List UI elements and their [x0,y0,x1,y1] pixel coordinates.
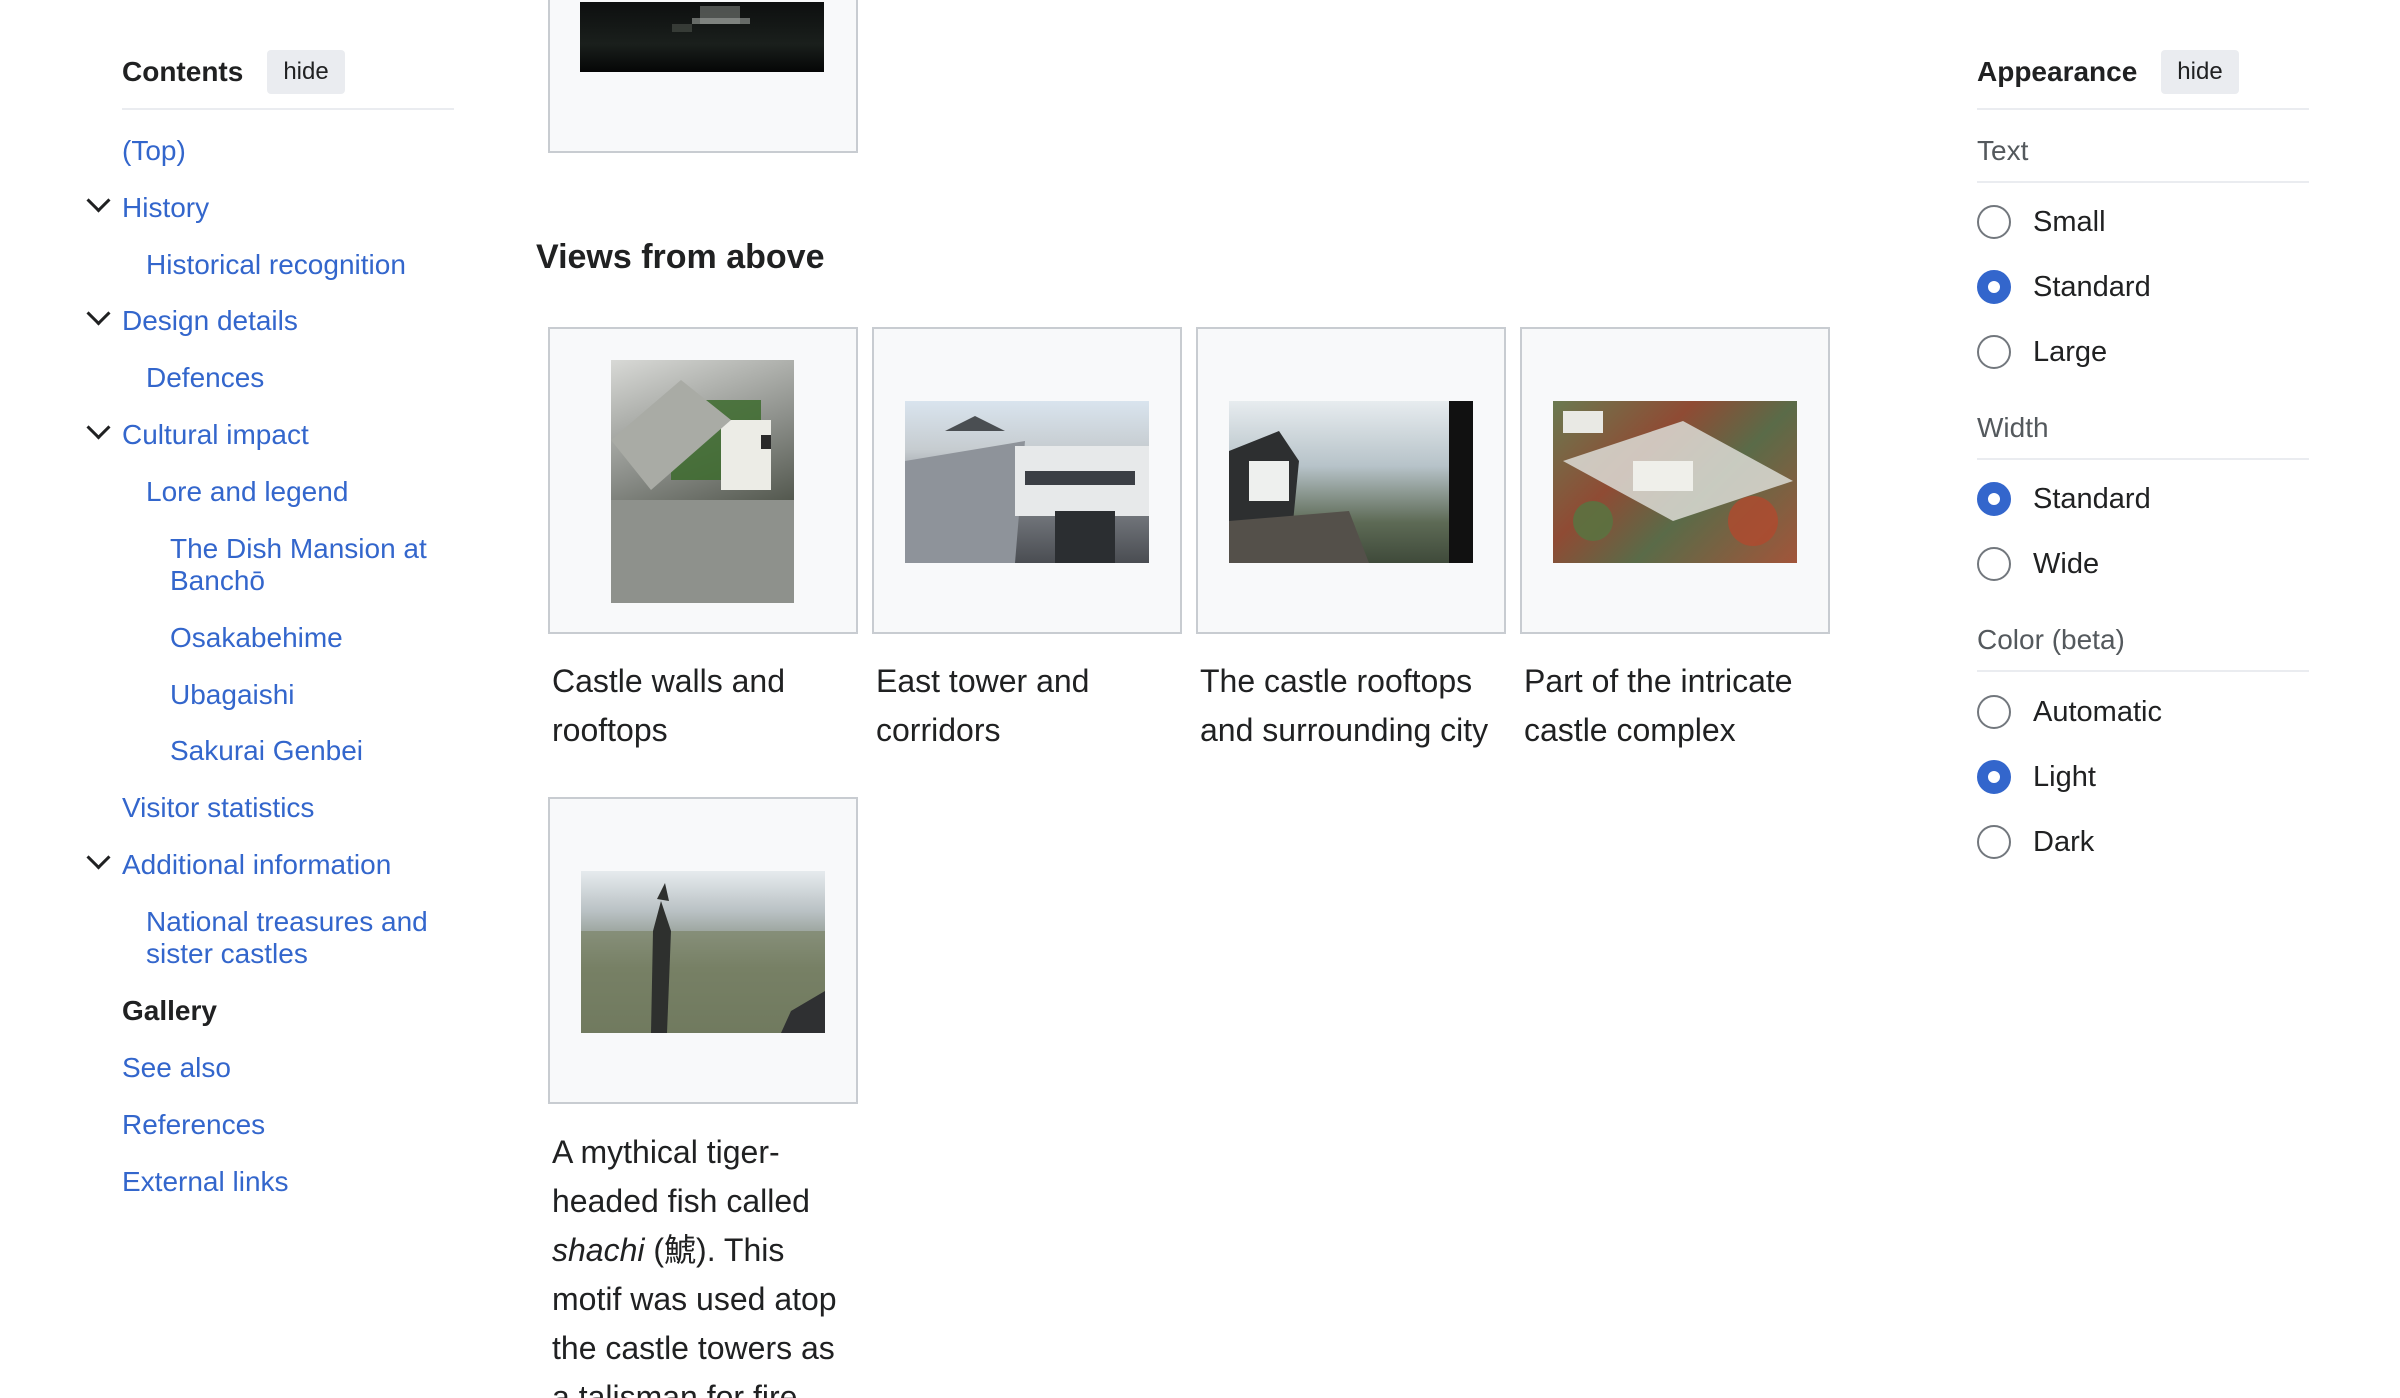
toc-item-dish-mansion[interactable]: The Dish Mansion at Banchō [170,533,450,597]
shachi-image[interactable] [581,871,825,1033]
radio-label: Standard [2033,482,2151,515]
radio-circle-checked[interactable] [1977,760,2011,794]
radio-label: Standard [2033,270,2151,303]
radio-label: Small [2033,205,2106,238]
radio-text-large[interactable]: Large [1977,335,2107,369]
appearance-hide-button[interactable]: hide [2161,50,2239,94]
toc-item-gallery[interactable]: Gallery [122,995,217,1027]
toc-item-history[interactable]: History [122,192,209,224]
night-castle-image[interactable] [580,2,824,72]
radio-circle-checked[interactable] [1977,270,2011,304]
gallery-caption: Castle walls and rooftops [552,663,785,748]
toc-item-top[interactable]: (Top) [122,135,186,167]
radio-text-small[interactable]: Small [1977,205,2106,239]
toc-item-historical-recognition[interactable]: Historical recognition [146,249,406,281]
toc-hide-button[interactable]: hide [267,50,345,94]
section-heading-views-from-above: Views from above [536,238,825,276]
castle-complex-drawing [1563,411,1793,546]
radio-width-standard[interactable]: Standard [1977,482,2151,516]
radio-circle[interactable] [1977,205,2011,239]
castle-complex-image[interactable] [1553,401,1797,563]
toc-item-additional-information[interactable]: Additional information [122,849,391,881]
radio-label: Light [2033,760,2096,793]
toc-item-sakurai-genbei[interactable]: Sakurai Genbei [170,735,363,767]
radio-color-dark[interactable]: Dark [1977,825,2094,859]
radio-text-standard[interactable]: Standard [1977,270,2151,304]
toc-toggle-design-chevron-down-icon[interactable] [86,301,111,326]
toc-title: Contents [122,56,244,87]
text-size-label: Text [1977,135,2309,183]
east-tower-image[interactable] [905,401,1149,563]
castle-rooftops-image[interactable] [1229,401,1473,563]
toc-item-national-treasures[interactable]: National treasures and sister castles [146,906,446,970]
page: Contents hide (Top) History Historical r… [0,0,2400,1398]
radio-width-wide[interactable]: Wide [1977,547,2099,581]
radio-circle[interactable] [1977,825,2011,859]
east-tower-drawing [905,416,1149,563]
radio-circle[interactable] [1977,335,2011,369]
toc-item-osakabehime[interactable]: Osakabehime [170,622,343,654]
toc-item-see-also[interactable]: See also [122,1052,231,1084]
radio-label: Automatic [2033,695,2162,728]
gallery-thumb-box [1520,327,1830,634]
width-label: Width [1977,412,2309,460]
toc-header: Contents hide [122,48,454,110]
table-of-contents: Contents hide [122,48,454,110]
toc-item-cultural-impact[interactable]: Cultural impact [122,419,309,451]
appearance-title: Appearance [1977,56,2138,87]
toc-item-ubagaishi[interactable]: Ubagaishi [170,679,295,711]
gallery-caption-shachi: A mythical tiger-headed fish called shac… [552,1128,852,1398]
toc-item-defences[interactable]: Defences [146,362,264,394]
appearance-panel: Appearance hide [1977,48,2309,110]
shachi-caption-italic: shachi [552,1232,645,1268]
gallery-thumb-box-previous [548,0,858,153]
castle-walls-drawing [611,380,794,603]
gallery-caption: East tower and corridors [876,663,1090,748]
shachi-caption-before: A mythical tiger-headed fish called [552,1134,810,1219]
toc-toggle-history-chevron-down-icon[interactable] [86,188,111,213]
night-castle-drawing [672,6,750,32]
color-label: Color (beta) [1977,624,2309,672]
radio-label: Large [2033,335,2108,368]
appearance-header: Appearance hide [1977,48,2309,110]
radio-color-automatic[interactable]: Automatic [1977,695,2162,729]
radio-circle[interactable] [1977,695,2011,729]
radio-label: Dark [2033,825,2095,858]
gallery-thumb-box [1196,327,1506,634]
toc-item-design-details[interactable]: Design details [122,305,298,337]
radio-circle[interactable] [1977,547,2011,581]
gallery-thumb-box [872,327,1182,634]
toc-item-external-links[interactable]: External links [122,1166,289,1198]
toc-item-visitor-statistics[interactable]: Visitor statistics [122,792,314,824]
castle-rooftops-drawing [1229,401,1473,563]
toc-item-lore-and-legend[interactable]: Lore and legend [146,476,348,508]
gallery-thumb-box [548,327,858,634]
gallery-thumb-box [548,797,858,1104]
castle-walls-image[interactable] [611,360,794,603]
toc-item-references[interactable]: References [122,1109,265,1141]
gallery-caption: Part of the intricate castle complex [1524,663,1793,748]
shachi-drawing [581,883,825,1033]
toc-toggle-additional-chevron-down-icon[interactable] [86,845,111,870]
gallery-caption: The castle rooftops and surrounding city [1200,663,1489,748]
radio-color-light[interactable]: Light [1977,760,2096,794]
toc-toggle-cultural-chevron-down-icon[interactable] [86,415,111,440]
radio-label: Wide [2033,547,2100,580]
radio-circle-checked[interactable] [1977,482,2011,516]
